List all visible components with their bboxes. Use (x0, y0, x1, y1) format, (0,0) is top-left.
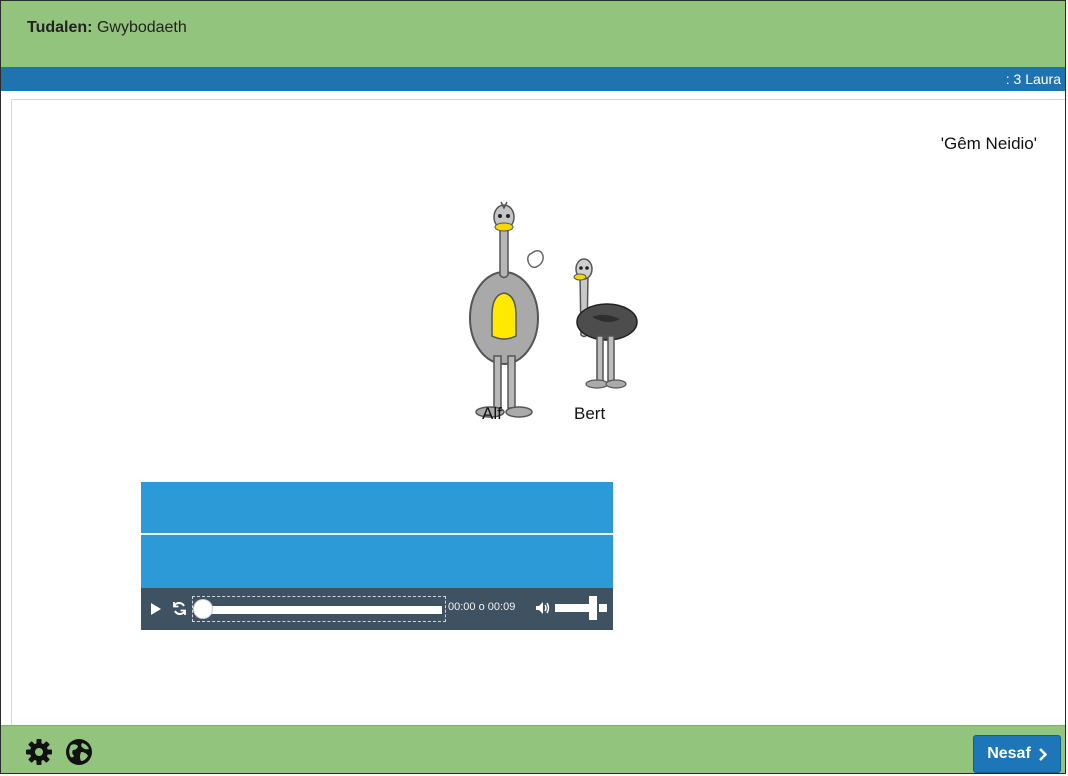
play-icon[interactable] (150, 602, 162, 616)
ostrich-illustration (469, 201, 638, 418)
content-panel: 'Gêm Neidio' Alf Bert 00:00 o 00:09 (11, 99, 1065, 726)
loop-icon[interactable] (172, 601, 187, 616)
page-label: Tudalen: (27, 19, 93, 36)
game-title: 'Gêm Neidio' (940, 134, 1037, 153)
seek-handle[interactable] (194, 600, 212, 618)
video-screen (141, 482, 613, 588)
page-name: Gwybodaeth (96, 19, 187, 36)
next-button[interactable]: Nesaf (973, 735, 1061, 773)
next-button-label: Nesaf (987, 745, 1031, 762)
globe-icon[interactable] (65, 738, 93, 766)
time-total: 00:09 (487, 601, 516, 613)
alf-ostrich-image (469, 201, 544, 418)
footer-bar: Nesaf (1, 725, 1065, 773)
time-display: 00:00 o 00:09 (448, 601, 515, 613)
progress-bar: : 3 Laura (1, 67, 1065, 91)
seek-slider[interactable] (192, 596, 446, 622)
user-label: : 3 Laura (1005, 71, 1061, 87)
app-frame: Tudalen: Gwybodaeth : 3 Laura 'Gêm Neidi… (0, 0, 1066, 774)
volume-handle[interactable] (589, 596, 597, 620)
bert-label: Bert (574, 404, 606, 423)
gear-icon[interactable] (25, 738, 53, 766)
alf-label: Alf (482, 404, 502, 423)
time-separator: o (478, 601, 485, 613)
time-current: 00:00 (448, 601, 476, 613)
bert-ostrich-image (573, 258, 638, 389)
media-player: 00:00 o 00:09 (141, 482, 613, 630)
media-controls: 00:00 o 00:09 (141, 588, 613, 630)
volume-icon[interactable] (535, 601, 551, 615)
page-header: Tudalen: Gwybodaeth (1, 1, 1065, 68)
page-title: Tudalen: Gwybodaeth (27, 19, 187, 37)
screen-divider (141, 533, 613, 535)
seek-track[interactable] (197, 606, 442, 614)
volume-max[interactable] (599, 604, 607, 612)
chevron-right-icon (1038, 747, 1047, 761)
